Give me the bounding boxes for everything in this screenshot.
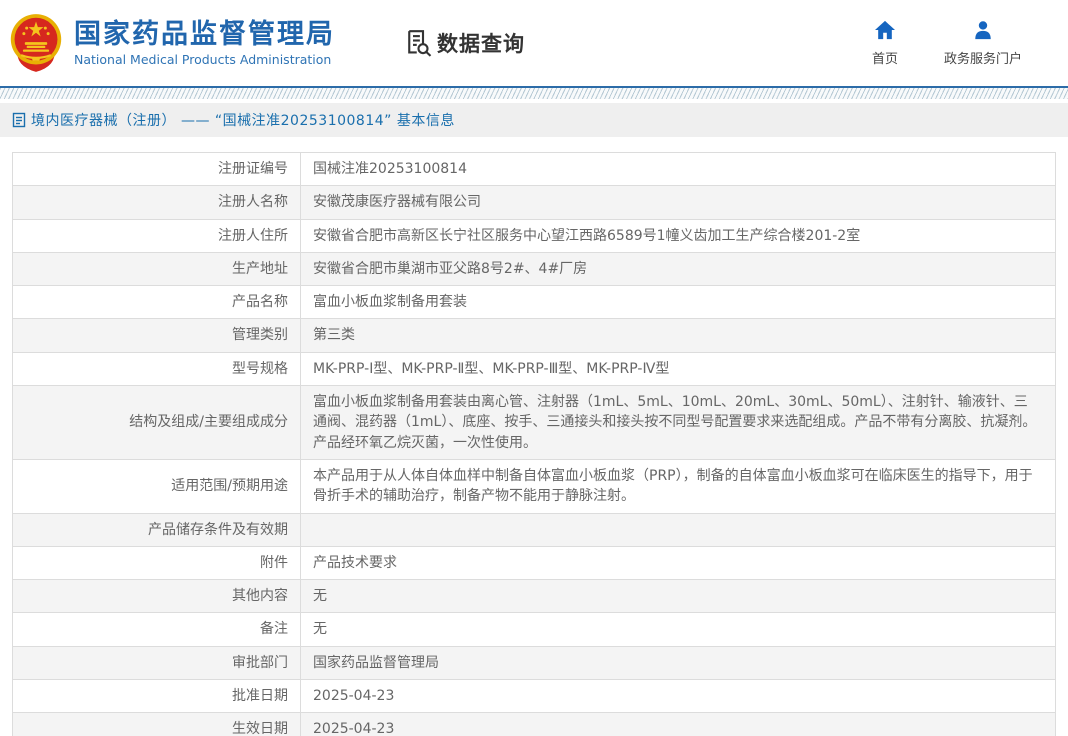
- hatch-divider: [0, 88, 1068, 99]
- data-query-label: 数据查询: [437, 28, 525, 58]
- nav-item-gov-portal[interactable]: 政务服务门户: [944, 20, 1022, 67]
- table-row: 生效日期2025-04-23: [13, 713, 1056, 736]
- nav-item-label: 政务服务门户: [944, 48, 1022, 67]
- row-value: 安徽省合肥市巢湖市亚父路8号2#、4#厂房: [301, 252, 1056, 285]
- table-row: 产品名称富血小板血浆制备用套装: [13, 286, 1056, 319]
- table-row: 产品储存条件及有效期: [13, 513, 1056, 546]
- breadcrumb-bar: 境内医疗器械（注册） —— “国械注准20253100814” 基本信息: [0, 103, 1068, 137]
- table-row: 生产地址安徽省合肥市巢湖市亚父路8号2#、4#厂房: [13, 252, 1056, 285]
- row-label: 管理类别: [13, 319, 301, 352]
- document-search-icon: [403, 28, 433, 58]
- row-label: 产品储存条件及有效期: [13, 513, 301, 546]
- row-value: 产品技术要求: [301, 546, 1056, 579]
- nav-item-label: 首页: [872, 48, 898, 67]
- table-row: 注册人住所安徽省合肥市高新区长宁社区服务中心望江西路6589号1幢义齿加工生产综…: [13, 219, 1056, 252]
- row-label: 注册证编号: [13, 153, 301, 186]
- row-value: 国械注准20253100814: [301, 153, 1056, 186]
- org-name: 国家药品监督管理局: [74, 19, 335, 50]
- org-name-en: National Medical Products Administration: [74, 52, 335, 67]
- table-row: 附件产品技术要求: [13, 546, 1056, 579]
- row-label: 适用范围/预期用途: [13, 459, 301, 513]
- table-row: 其他内容无: [13, 580, 1056, 613]
- row-value: 2025-04-23: [301, 680, 1056, 713]
- site-header: 国家药品监督管理局 National Medical Products Admi…: [0, 0, 1068, 86]
- row-label: 型号规格: [13, 352, 301, 385]
- home-icon: [874, 20, 896, 40]
- row-value: 第三类: [301, 319, 1056, 352]
- row-value: 富血小板血浆制备用套装: [301, 286, 1056, 319]
- national-emblem-icon: [8, 12, 64, 74]
- row-value: [301, 513, 1056, 546]
- list-icon: [12, 112, 26, 128]
- row-label: 生产地址: [13, 252, 301, 285]
- top-nav: 首页 政务服务门户: [872, 20, 1022, 67]
- row-label: 注册人住所: [13, 219, 301, 252]
- table-row: 注册人名称安徽茂康医疗器械有限公司: [13, 186, 1056, 219]
- header-logo-link[interactable]: 国家药品监督管理局 National Medical Products Admi…: [8, 12, 335, 74]
- row-label: 生效日期: [13, 713, 301, 736]
- table-row: 适用范围/预期用途本产品用于从人体自体血样中制备自体富血小板血浆（PRP），制备…: [13, 459, 1056, 513]
- table-row: 结构及组成/主要组成成分富血小板血浆制备用套装由离心管、注射器（1mL、5mL、…: [13, 386, 1056, 460]
- row-label: 审批部门: [13, 646, 301, 679]
- row-value: 安徽省合肥市高新区长宁社区服务中心望江西路6589号1幢义齿加工生产综合楼201…: [301, 219, 1056, 252]
- row-label: 产品名称: [13, 286, 301, 319]
- row-value: 2025-04-23: [301, 713, 1056, 736]
- table-row: 批准日期2025-04-23: [13, 680, 1056, 713]
- row-label: 注册人名称: [13, 186, 301, 219]
- table-row: 审批部门国家药品监督管理局: [13, 646, 1056, 679]
- row-label: 备注: [13, 613, 301, 646]
- row-label: 附件: [13, 546, 301, 579]
- data-query-link[interactable]: 数据查询: [403, 28, 525, 58]
- table-row: 型号规格MK-PRP-Ⅰ型、MK-PRP-Ⅱ型、MK-PRP-Ⅲ型、MK-PRP…: [13, 352, 1056, 385]
- nav-item-home[interactable]: 首页: [872, 20, 898, 67]
- row-label: 其他内容: [13, 580, 301, 613]
- table-row: 注册证编号国械注准20253100814: [13, 153, 1056, 186]
- user-icon: [972, 20, 994, 40]
- row-value: 国家药品监督管理局: [301, 646, 1056, 679]
- row-value: 无: [301, 613, 1056, 646]
- table-row: 管理类别第三类: [13, 319, 1056, 352]
- table-row: 备注无: [13, 613, 1056, 646]
- row-label: 批准日期: [13, 680, 301, 713]
- registration-info-table: 注册证编号国械注准20253100814注册人名称安徽茂康医疗器械有限公司注册人…: [12, 152, 1056, 736]
- row-value: 安徽茂康医疗器械有限公司: [301, 186, 1056, 219]
- row-value: 富血小板血浆制备用套装由离心管、注射器（1mL、5mL、10mL、20mL、30…: [301, 386, 1056, 460]
- row-label: 结构及组成/主要组成成分: [13, 386, 301, 460]
- row-value: MK-PRP-Ⅰ型、MK-PRP-Ⅱ型、MK-PRP-Ⅲ型、MK-PRP-Ⅳ型: [301, 352, 1056, 385]
- breadcrumb: 境内医疗器械（注册） —— “国械注准20253100814” 基本信息: [31, 110, 455, 130]
- row-value: 本产品用于从人体自体血样中制备自体富血小板血浆（PRP），制备的自体富血小板血浆…: [301, 459, 1056, 513]
- row-value: 无: [301, 580, 1056, 613]
